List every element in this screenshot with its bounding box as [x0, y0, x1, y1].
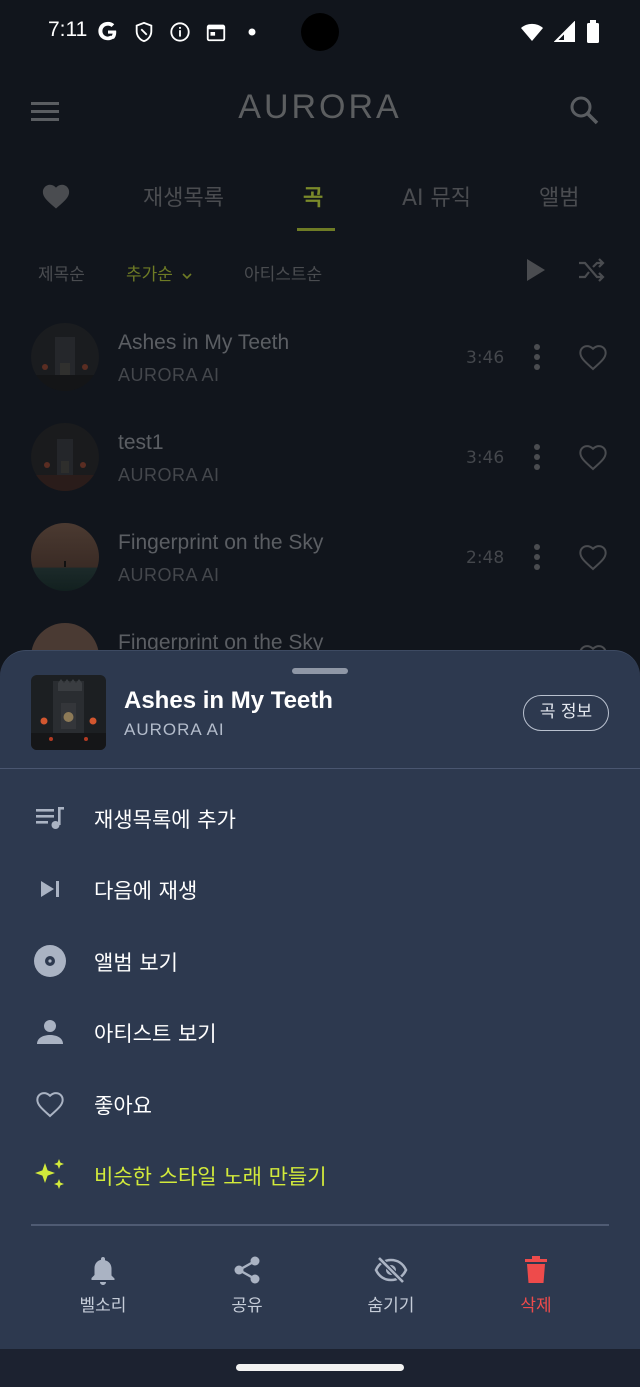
- song-title: test1: [118, 431, 164, 454]
- delete-label: 삭제: [520, 1296, 552, 1316]
- google-icon: [96, 20, 120, 44]
- heart-outline-icon[interactable]: [577, 442, 609, 472]
- heart-outline-icon: [32, 1086, 68, 1122]
- shield-icon: [132, 20, 156, 44]
- sheet-divider: [0, 768, 640, 769]
- tab-ai-music[interactable]: AI 뮤직: [402, 180, 471, 212]
- menu-add-to-playlist[interactable]: 재생목록에 추가: [0, 788, 640, 848]
- song-artist: AURORA AI: [118, 565, 220, 585]
- tab-playlists[interactable]: 재생목록: [143, 180, 224, 212]
- hide-button[interactable]: 숨기기: [341, 1255, 441, 1316]
- menu-add-to-playlist-label: 재생목록에 추가: [94, 808, 236, 832]
- playlist-add-icon: [32, 800, 68, 836]
- sort-by-artist[interactable]: 아티스트순: [244, 260, 322, 285]
- song-row[interactable]: Fingerprint on the Sky AURORA AI 2:48: [0, 506, 640, 606]
- home-gesture-pill[interactable]: [236, 1364, 404, 1371]
- sort-by-added-label: 추가순: [126, 265, 173, 285]
- sheet-drag-handle[interactable]: [292, 668, 348, 674]
- sheet-song-cover: [31, 675, 106, 750]
- person-icon: [32, 1014, 68, 1050]
- app-logo: AURORA: [238, 88, 402, 126]
- song-info-button[interactable]: 곡 정보: [523, 695, 609, 731]
- system-nav-bar: [0, 1349, 640, 1387]
- camera-cutout: [301, 13, 339, 51]
- bell-icon: [53, 1255, 153, 1285]
- status-bar: 7:11: [0, 0, 640, 64]
- share-label: 공유: [231, 1296, 263, 1316]
- battery-icon: [586, 20, 600, 48]
- info-icon: [168, 20, 192, 44]
- menu-like[interactable]: 좋아요: [0, 1074, 640, 1134]
- tab-songs[interactable]: 곡: [303, 180, 323, 212]
- sheet-divider-bottom: [31, 1224, 609, 1226]
- sheet-song-artist: AURORA AI: [124, 720, 225, 739]
- tab-bar: 재생목록 곡 AI 뮤직 앨범: [0, 170, 640, 231]
- menu-view-artist-label: 아티스트 보기: [94, 1022, 217, 1046]
- song-cover: [31, 423, 99, 491]
- more-vert-icon[interactable]: [530, 443, 544, 473]
- song-artist: AURORA AI: [118, 365, 220, 385]
- heart-icon: [41, 184, 71, 216]
- song-cover: [31, 523, 99, 591]
- chevron-down-icon: [182, 265, 192, 285]
- menu-play-next[interactable]: 다음에 재생: [0, 859, 640, 919]
- sort-bar: 제목순 추가순 아티스트순: [0, 252, 640, 292]
- menu-view-album-label: 앨범 보기: [94, 951, 178, 975]
- tab-indicator: [297, 228, 335, 231]
- song-duration: 2:48: [466, 548, 505, 568]
- song-options-sheet: Ashes in My Teeth AURORA AI 곡 정보 재생목록에 추…: [0, 650, 640, 1387]
- play-all-icon[interactable]: [526, 258, 546, 287]
- heart-outline-icon[interactable]: [577, 542, 609, 572]
- song-row[interactable]: Ashes in My Teeth AURORA AI 3:46: [0, 306, 640, 406]
- menu-like-label: 좋아요: [94, 1094, 152, 1118]
- sheet-song-title: Ashes in My Teeth: [124, 687, 333, 714]
- status-time: 7:11: [48, 18, 88, 41]
- song-duration: 3:46: [466, 348, 505, 368]
- calendar-icon: [204, 20, 228, 44]
- ringtone-button[interactable]: 벨소리: [53, 1255, 153, 1316]
- ringtone-label: 벨소리: [79, 1296, 127, 1316]
- sort-by-added[interactable]: 추가순: [126, 260, 192, 285]
- heart-outline-icon[interactable]: [577, 342, 609, 372]
- tab-favorites[interactable]: [41, 182, 71, 216]
- share-icon: [197, 1255, 297, 1285]
- menu-create-similar-label: 비슷한 스타일 노래 만들기: [94, 1165, 327, 1189]
- song-cover: [31, 323, 99, 391]
- song-row[interactable]: test1 AURORA AI 3:46: [0, 406, 640, 506]
- search-icon[interactable]: [568, 94, 604, 130]
- wifi-icon: [520, 21, 544, 47]
- share-button[interactable]: 공유: [197, 1255, 297, 1316]
- menu-view-album[interactable]: 앨범 보기: [0, 931, 640, 991]
- play-next-icon: [32, 871, 68, 907]
- menu-create-similar[interactable]: 비슷한 스타일 노래 만들기: [0, 1145, 640, 1205]
- menu-view-artist[interactable]: 아티스트 보기: [0, 1002, 640, 1062]
- song-artist: AURORA AI: [118, 465, 220, 485]
- top-app-bar: AURORA: [0, 82, 640, 142]
- song-title: Fingerprint on the Sky: [118, 531, 324, 554]
- more-vert-icon[interactable]: [530, 343, 544, 373]
- song-duration: 3:46: [466, 448, 505, 468]
- trash-icon: [486, 1255, 586, 1285]
- hide-label: 숨기기: [367, 1296, 415, 1316]
- delete-button[interactable]: 삭제: [486, 1255, 586, 1316]
- tab-albums[interactable]: 앨범: [539, 180, 579, 212]
- dot-icon: [240, 20, 264, 44]
- eye-off-icon: [341, 1255, 441, 1285]
- song-title: Ashes in My Teeth: [118, 331, 290, 354]
- more-vert-icon[interactable]: [530, 543, 544, 573]
- sparkle-icon: [32, 1157, 68, 1193]
- signal-icon: [553, 20, 576, 47]
- menu-play-next-label: 다음에 재생: [94, 879, 198, 903]
- shuffle-icon[interactable]: [578, 258, 606, 287]
- album-icon: [32, 943, 68, 979]
- sort-by-title[interactable]: 제목순: [38, 260, 85, 285]
